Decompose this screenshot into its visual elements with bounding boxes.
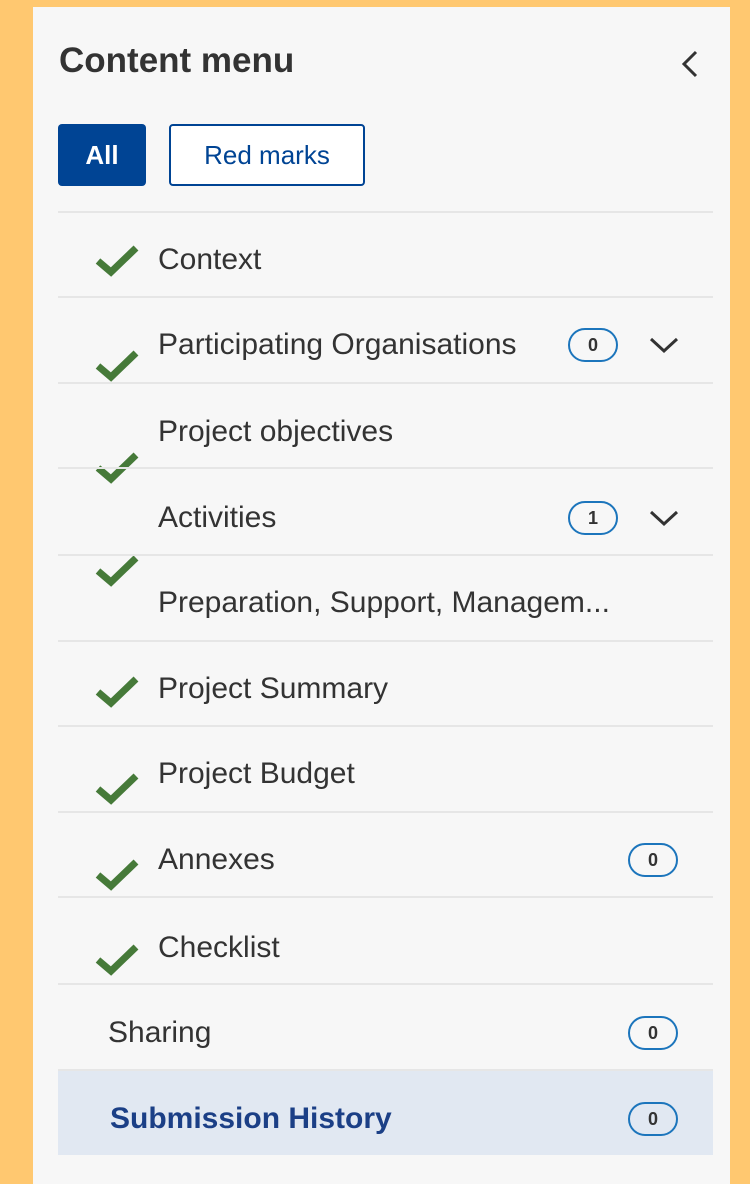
menu-item-project-objectives[interactable]: Project objectives <box>58 382 713 484</box>
collapse-button[interactable] <box>675 47 705 81</box>
menu-item-label: Project Budget <box>158 757 355 790</box>
menu-item-label: Checklist <box>158 931 280 964</box>
menu-item-label: Participating Organisations <box>158 328 517 361</box>
content-menu-panel: Content menu All Red marks Context Parti… <box>33 7 730 1184</box>
check-icon <box>95 773 139 805</box>
menu-item-annexes[interactable]: Annexes 0 <box>58 811 713 897</box>
menu-item-preparation-support-management[interactable]: Preparation, Support, Managem... <box>58 554 713 640</box>
check-icon <box>95 676 139 708</box>
count-badge: 0 <box>628 843 678 877</box>
menu-item-label: Project Summary <box>158 672 389 705</box>
menu-item-participating-organisations[interactable]: Participating Organisations 0 <box>58 296 713 382</box>
menu-item-label: Annexes <box>158 843 275 876</box>
menu-item-label: Context <box>158 243 262 276</box>
menu-item-submission-history[interactable]: Submission History 0 <box>58 1069 713 1155</box>
menu-item-label: Sharing <box>108 1016 212 1049</box>
check-icon <box>95 859 139 891</box>
check-icon <box>95 350 139 382</box>
panel-title: Content menu <box>59 41 295 80</box>
check-icon <box>95 944 139 976</box>
menu-item-project-summary[interactable]: Project Summary <box>58 640 713 726</box>
count-badge: 0 <box>628 1102 678 1136</box>
menu-item-label: Activities <box>158 501 277 534</box>
menu-item-sharing[interactable]: Sharing 0 <box>58 983 713 1069</box>
chevron-down-icon[interactable] <box>648 508 680 528</box>
menu-item-label: Project objectives <box>158 415 394 448</box>
menu-item-label: Submission History <box>110 1102 392 1135</box>
filter-all-button[interactable]: All <box>58 124 146 186</box>
chevron-down-icon[interactable] <box>648 335 680 355</box>
menu-item-context[interactable]: Context <box>58 211 713 297</box>
check-icon <box>95 245 139 277</box>
count-badge: 0 <box>628 1016 678 1050</box>
menu-item-activities[interactable]: Activities 1 <box>58 467 713 587</box>
chevron-left-icon <box>681 50 698 78</box>
count-badge: 1 <box>568 501 618 535</box>
count-badge: 0 <box>568 328 618 362</box>
menu-item-project-budget[interactable]: Project Budget <box>58 725 713 811</box>
menu-item-checklist[interactable]: Checklist <box>58 896 713 982</box>
filter-red-marks-button[interactable]: Red marks <box>169 124 365 186</box>
menu-item-label: Preparation, Support, Managem... <box>158 586 610 619</box>
